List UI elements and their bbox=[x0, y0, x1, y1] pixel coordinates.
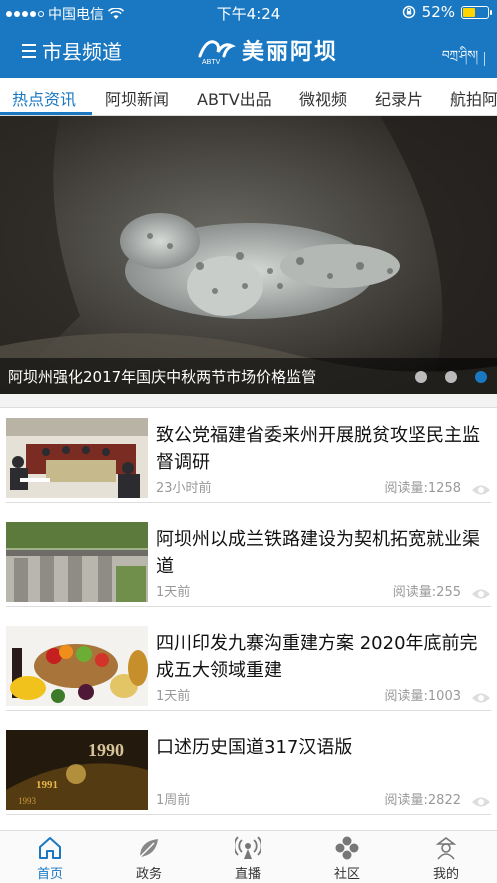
orientation-lock-icon bbox=[402, 5, 415, 19]
nav-live-label: 直播 bbox=[234, 867, 261, 882]
eye-icon bbox=[472, 797, 490, 807]
news-title: 四川印发九寨沟重建方案 2020年底前完成五大领域重建 bbox=[156, 633, 478, 681]
bottom-navigation: 首页 政务 直播 社区 我的 bbox=[0, 830, 497, 883]
news-title: 口述历史国道317汉语版 bbox=[156, 737, 353, 758]
banner-image bbox=[0, 116, 497, 394]
county-channel-label: 市县频道 bbox=[42, 40, 122, 64]
news-thumbnail-history: 1990 1991 1993 bbox=[6, 730, 148, 810]
tab-documentary[interactable]: 纪录片 bbox=[375, 86, 423, 110]
banner-pager-dot[interactable] bbox=[475, 371, 487, 383]
tab-micro-video[interactable]: 微视频 bbox=[299, 86, 347, 110]
section-divider bbox=[0, 394, 497, 408]
news-thumbnail-meeting bbox=[6, 418, 148, 498]
news-thumbnail-railway bbox=[6, 522, 148, 602]
logo-mark-icon: ABTV bbox=[198, 40, 236, 66]
battery-icon bbox=[461, 5, 492, 19]
tab-hot-news[interactable]: 热点资讯 bbox=[12, 86, 76, 110]
eye-icon bbox=[472, 589, 490, 599]
news-item-3[interactable]: 四川印发九寨沟重建方案 2020年底前完成五大领域重建 1天前 阅读量:1003 bbox=[6, 616, 491, 711]
nav-government[interactable]: 政务 bbox=[109, 835, 189, 882]
battery-percent: 52% bbox=[421, 3, 455, 21]
tibetan-language-switch[interactable]: བཀྲ་ཤིས། bbox=[442, 42, 485, 76]
news-time: 1天前 bbox=[156, 689, 191, 704]
tab-aerial[interactable]: 航拍阿 bbox=[450, 86, 497, 110]
category-tabs: 热点资讯 阿坝新闻 ABTV出品 微视频 纪录片 航拍阿 bbox=[0, 78, 497, 116]
county-channel-menu-button[interactable]: 市县频道 bbox=[22, 36, 122, 65]
nav-community[interactable]: 社区 bbox=[307, 835, 387, 882]
banner-pager bbox=[415, 371, 487, 383]
broadcast-icon bbox=[235, 836, 261, 859]
top-bar: 中国电信 下午4:24 52% 市县频道 ABTV 美丽阿坝 བཀྲ་ཤིས། bbox=[0, 0, 497, 78]
tibetan-label: བཀྲ་ཤིས། bbox=[441, 48, 478, 62]
nav-profile[interactable]: 我的 bbox=[406, 835, 486, 882]
news-read-count: 阅读量:1003 bbox=[384, 689, 461, 704]
app-logo: ABTV 美丽阿坝 bbox=[196, 34, 338, 66]
news-time: 23小时前 bbox=[156, 481, 212, 496]
news-read-count: 阅读量:255 bbox=[392, 585, 461, 600]
logo-sub-text: ABTV bbox=[202, 59, 221, 66]
community-icon bbox=[335, 836, 359, 860]
news-item-2[interactable]: 阿坝州以成兰铁路建设为契机拓宽就业渠道 1天前 阅读量:255 bbox=[6, 512, 491, 607]
news-thumbnail-fruit bbox=[6, 626, 148, 706]
news-item-4[interactable]: 1990 1991 1993 口述历史国道317汉语版 1周前 阅读量:2822 bbox=[6, 720, 491, 815]
thumbnail-year-1991: 1991 bbox=[36, 779, 58, 791]
nav-government-label: 政务 bbox=[135, 867, 162, 882]
nav-live[interactable]: 直播 bbox=[208, 835, 288, 882]
profile-icon bbox=[435, 837, 457, 860]
leaf-icon bbox=[139, 839, 158, 858]
nav-community-label: 社区 bbox=[333, 867, 360, 882]
banner-pager-dot[interactable] bbox=[445, 371, 457, 383]
nav-home-label: 首页 bbox=[36, 867, 63, 882]
thumbnail-year-1990: 1990 bbox=[88, 740, 124, 760]
news-title: 阿坝州以成兰铁路建设为契机拓宽就业渠道 bbox=[156, 529, 480, 577]
featured-banner[interactable]: 阿坝州强化2017年国庆中秋两节市场价格监管 bbox=[0, 116, 497, 394]
tab-aba-news[interactable]: 阿坝新闻 bbox=[105, 86, 169, 110]
active-tab-indicator bbox=[0, 112, 92, 115]
thumbnail-year-1993: 1993 bbox=[18, 796, 37, 806]
tab-abtv-produced[interactable]: ABTV出品 bbox=[197, 86, 272, 110]
news-item-1[interactable]: 致公党福建省委来州开展脱贫攻坚民主监督调研 23小时前 阅读量:1258 bbox=[6, 408, 491, 503]
eye-icon bbox=[472, 485, 490, 495]
nav-profile-label: 我的 bbox=[432, 867, 459, 882]
status-bar: 中国电信 下午4:24 52% bbox=[0, 0, 497, 24]
logo-text: 美丽阿坝 bbox=[242, 40, 339, 65]
news-read-count: 阅读量:1258 bbox=[384, 481, 461, 496]
nav-home[interactable]: 首页 bbox=[10, 835, 90, 882]
news-title: 致公党福建省委来州开展脱贫攻坚民主监督调研 bbox=[156, 425, 480, 473]
home-icon bbox=[39, 837, 61, 859]
app-header: 市县频道 ABTV 美丽阿坝 བཀྲ་ཤིས། bbox=[0, 26, 497, 76]
menu-icon bbox=[22, 43, 36, 58]
news-time: 1天前 bbox=[156, 585, 191, 600]
news-time: 1周前 bbox=[156, 793, 191, 808]
banner-pager-dot[interactable] bbox=[415, 371, 427, 383]
news-read-count: 阅读量:2822 bbox=[384, 793, 461, 808]
eye-icon bbox=[472, 693, 490, 703]
